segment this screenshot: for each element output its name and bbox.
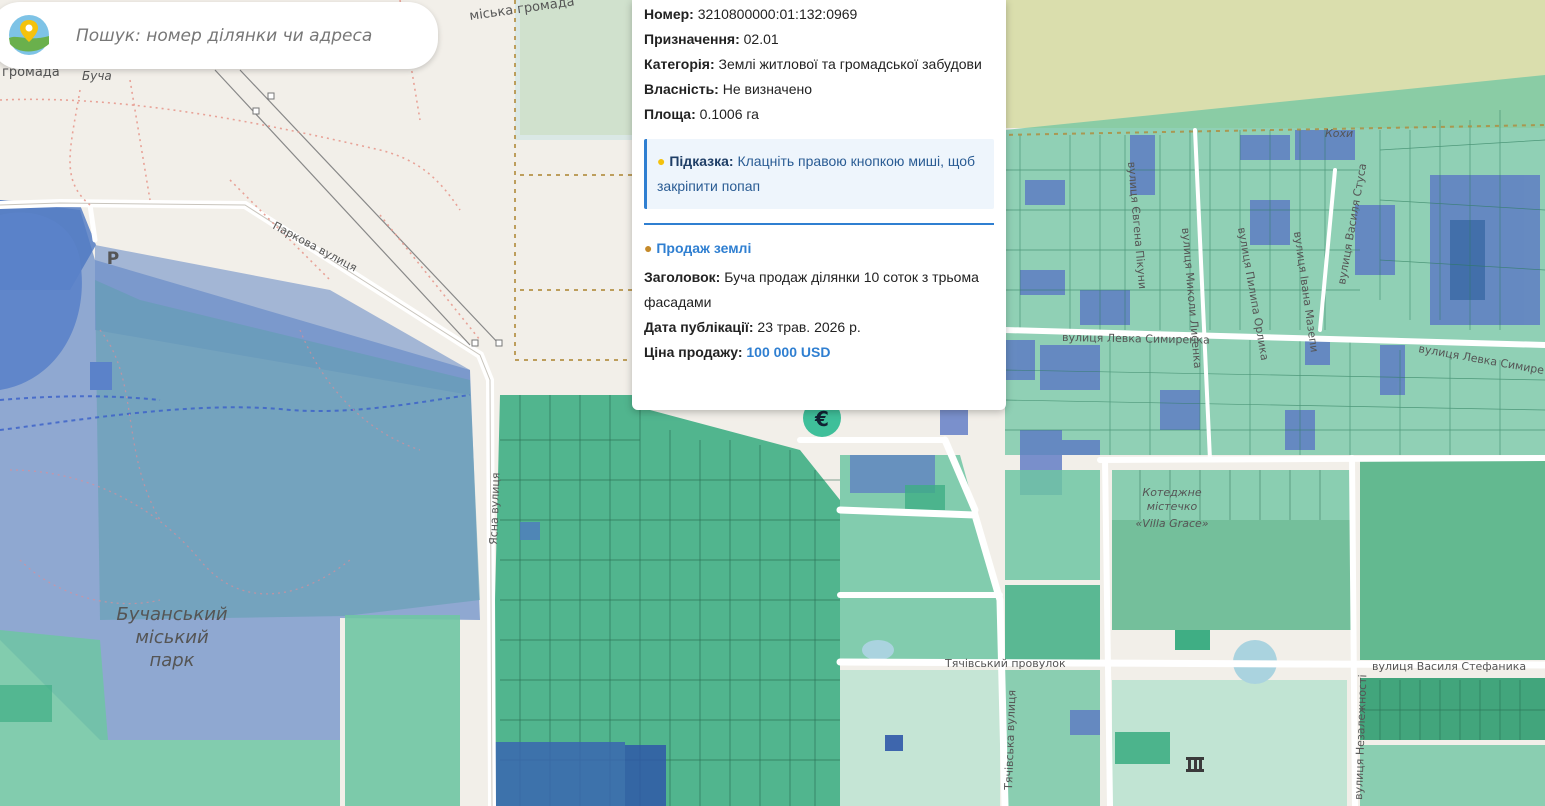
search-input[interactable] [74,22,408,50]
label-kokh: Кохи [1325,127,1353,140]
hint-label: Підказка: [669,153,734,169]
field-value: 3210800000:01:132:0969 [697,6,858,22]
sale-section-title: ● Продаж землі [644,237,994,259]
label-park-2: міський [135,627,209,648]
field-value: 23 трав. 2026 р. [757,319,861,335]
label-vasylia-stefanyka: вулиця Василя Стефаника [1372,660,1526,673]
hint-box: ● Підказка: Клацніть правою кнопкою миші… [644,139,994,209]
field-purpose: Призначення: 02.01 [644,27,994,52]
label-villa: «Villa Grace» [1135,517,1208,530]
label-bucha: Буча [82,69,112,83]
svg-text:€: € [814,407,829,431]
field-value: 0.1006 га [699,106,759,122]
label-park-3: парк [149,650,194,671]
field-number: Номер: 3210800000:01:132:0969 [644,2,994,27]
label-cottage-2: містечко [1147,500,1198,513]
price-value: 100 000 USD [746,344,831,360]
label-tiachivskyi-lane: Тячівський провулок [944,657,1066,670]
field-label: Заголовок: [644,269,721,285]
sale-title-row: Заголовок: Буча продаж ділянки 10 соток … [644,265,994,315]
label-yasna: Ясна вулиця [487,472,503,545]
label-levka-symyrenka-1: вулиця Левка Симиренка [1062,331,1210,347]
field-value: 02.01 [743,31,779,47]
field-label: Номер: [644,6,694,22]
lightbulb-icon: ● [657,153,666,169]
field-label: Власність: [644,81,719,97]
parcel-popup: Номер: 3210800000:01:132:0969 Призначенн… [632,0,1006,410]
parking-icon: P [107,249,119,269]
field-label: Площа: [644,106,696,122]
field-area: Площа: 0.1006 га [644,102,994,127]
field-ownership: Власність: Не визначено [644,77,994,102]
sale-title-text: Продаж землі [656,240,752,256]
field-category: Категорія: Землі житлової та громадської… [644,52,994,77]
sale-date-row: Дата публікації: 23 трав. 2026 р. [644,315,994,340]
field-value: Не визначено [722,81,813,97]
field-label: Дата публікації: [644,319,754,335]
field-value: Землі житлової та громадської забудови [718,56,982,72]
sale-price-row: Ціна продажу: 100 000 USD [644,340,994,365]
field-label: Ціна продажу: [644,344,743,360]
money-bag-icon: ● [644,240,653,256]
divider [644,223,994,225]
label-cottage-1: Котеджне [1142,486,1201,499]
label-park-1: Бучанський [116,604,228,625]
field-label: Категорія: [644,56,715,72]
search-bar [0,2,438,69]
map-logo-icon [9,15,49,55]
monument-icon [1186,757,1204,772]
field-label: Призначення: [644,31,740,47]
